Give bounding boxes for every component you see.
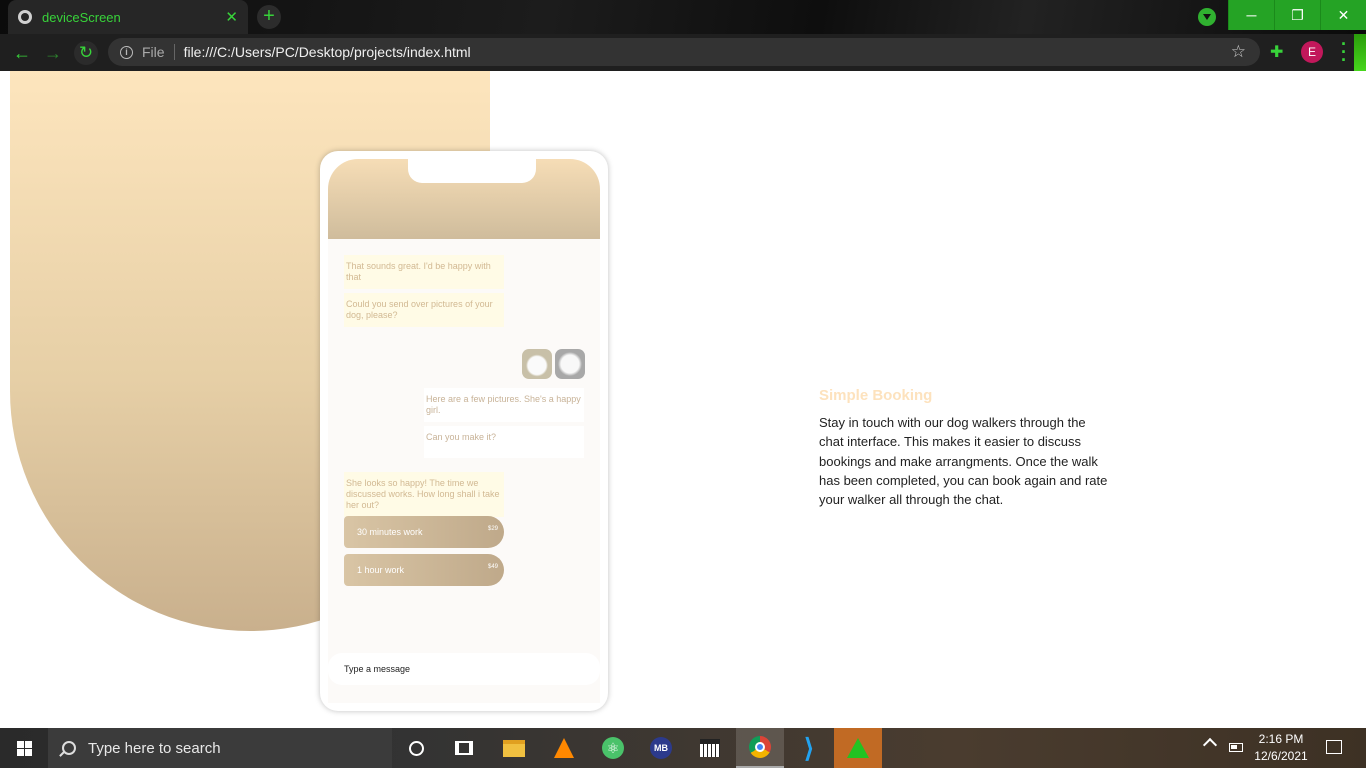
- atom-icon[interactable]: ⚛: [589, 728, 637, 768]
- message-input[interactable]: [344, 664, 584, 674]
- phone-notch: [408, 159, 536, 183]
- window-controls: ─ ❐ ✕: [1228, 0, 1366, 30]
- chrome-icon[interactable]: [736, 728, 784, 768]
- theme-accent-strip: [1354, 34, 1366, 71]
- option-price: $49: [487, 564, 498, 570]
- feature-description: Stay in touch with our dog walkers throu…: [819, 415, 1108, 508]
- forward-arrow-icon[interactable]: →: [42, 42, 64, 64]
- option-label: 30 minutes work: [357, 527, 423, 537]
- chat-message-incoming: Could you send over pictures of your dog…: [344, 293, 504, 327]
- back-arrow-icon[interactable]: ←: [11, 42, 33, 64]
- file-explorer-icon[interactable]: [490, 728, 538, 768]
- phone-mockup: That sounds great. I'd be happy with tha…: [320, 151, 608, 711]
- green-triangle-app-icon[interactable]: [834, 728, 882, 768]
- dog-photo-thumbnail[interactable]: [522, 349, 552, 379]
- task-view-icon[interactable]: [440, 728, 488, 768]
- feature-title: Simple Booking: [819, 387, 933, 404]
- vscode-icon[interactable]: ⟩: [785, 728, 833, 768]
- address-bar[interactable]: i File file:///C:/Users/PC/Desktop/proje…: [108, 38, 1260, 66]
- windows-start-icon[interactable]: [0, 728, 48, 768]
- reload-icon[interactable]: ↻: [74, 41, 98, 65]
- info-icon[interactable]: i: [120, 45, 133, 59]
- download-indicator-icon[interactable]: [1198, 8, 1216, 26]
- chat-message-outgoing: Here are a few pictures. She's a happy g…: [424, 388, 584, 422]
- phone-header: [328, 159, 600, 239]
- chat-message-outgoing: Can you make it?: [424, 426, 584, 458]
- close-window-button[interactable]: ✕: [1320, 0, 1366, 30]
- minimize-button[interactable]: ─: [1228, 0, 1274, 30]
- taskbar-search-box[interactable]: Type here to search: [48, 728, 392, 768]
- vlc-icon[interactable]: [540, 728, 588, 768]
- booking-option-1hour[interactable]: 1 hour work $49: [344, 554, 504, 586]
- windows-taskbar: Type here to search ⚛ MB ⟩ 2:16 PM 12/6/…: [0, 728, 1366, 768]
- profile-avatar[interactable]: E: [1301, 41, 1323, 63]
- restore-button[interactable]: ❐: [1274, 0, 1320, 30]
- piano-app-icon[interactable]: [686, 728, 734, 768]
- globe-icon: [18, 10, 32, 24]
- site-info-label[interactable]: File: [142, 44, 175, 60]
- chat-area: That sounds great. I'd be happy with tha…: [328, 239, 600, 703]
- browser-tab[interactable]: deviceScreen ✕: [8, 0, 248, 34]
- cortana-icon[interactable]: [392, 728, 440, 768]
- chat-message-incoming: She looks so happy! The time we discusse…: [344, 472, 504, 517]
- tab-close-icon[interactable]: ✕: [225, 8, 238, 26]
- feature-section: Simple Booking Stay in touch with our do…: [819, 387, 1119, 509]
- extensions-puzzle-icon[interactable]: ✚: [1270, 42, 1283, 62]
- clock-time: 2:16 PM: [1258, 732, 1304, 746]
- more-menu-icon[interactable]: · · ·: [1339, 35, 1349, 69]
- chat-message-incoming: That sounds great. I'd be happy with tha…: [344, 255, 504, 289]
- dog-photo-thumbnail[interactable]: [555, 349, 585, 379]
- tab-title: deviceScreen: [42, 9, 121, 25]
- malwarebytes-icon[interactable]: MB: [637, 728, 685, 768]
- booking-option-30min[interactable]: 30 minutes work $29: [344, 516, 504, 548]
- option-price: $29: [487, 526, 498, 532]
- new-tab-button[interactable]: +: [257, 5, 281, 29]
- battery-icon[interactable]: [1229, 743, 1243, 752]
- url-text[interactable]: file:///C:/Users/PC/Desktop/projects/ind…: [184, 44, 471, 60]
- notification-center-icon[interactable]: [1326, 740, 1342, 754]
- option-label: 1 hour work: [357, 565, 405, 575]
- bookmark-star-icon[interactable]: ☆: [1231, 42, 1246, 62]
- page-viewport: That sounds great. I'd be happy with tha…: [0, 71, 1366, 728]
- search-placeholder: Type here to search: [88, 739, 221, 757]
- chevron-up-icon[interactable]: [1202, 737, 1218, 753]
- browser-tab-bar: deviceScreen ✕ + ─ ❐ ✕: [0, 0, 1366, 34]
- message-input-bar: [328, 653, 600, 685]
- system-clock[interactable]: 2:16 PM 12/6/2021: [1250, 731, 1312, 765]
- search-icon: [62, 741, 76, 755]
- clock-date: 12/6/2021: [1254, 749, 1308, 763]
